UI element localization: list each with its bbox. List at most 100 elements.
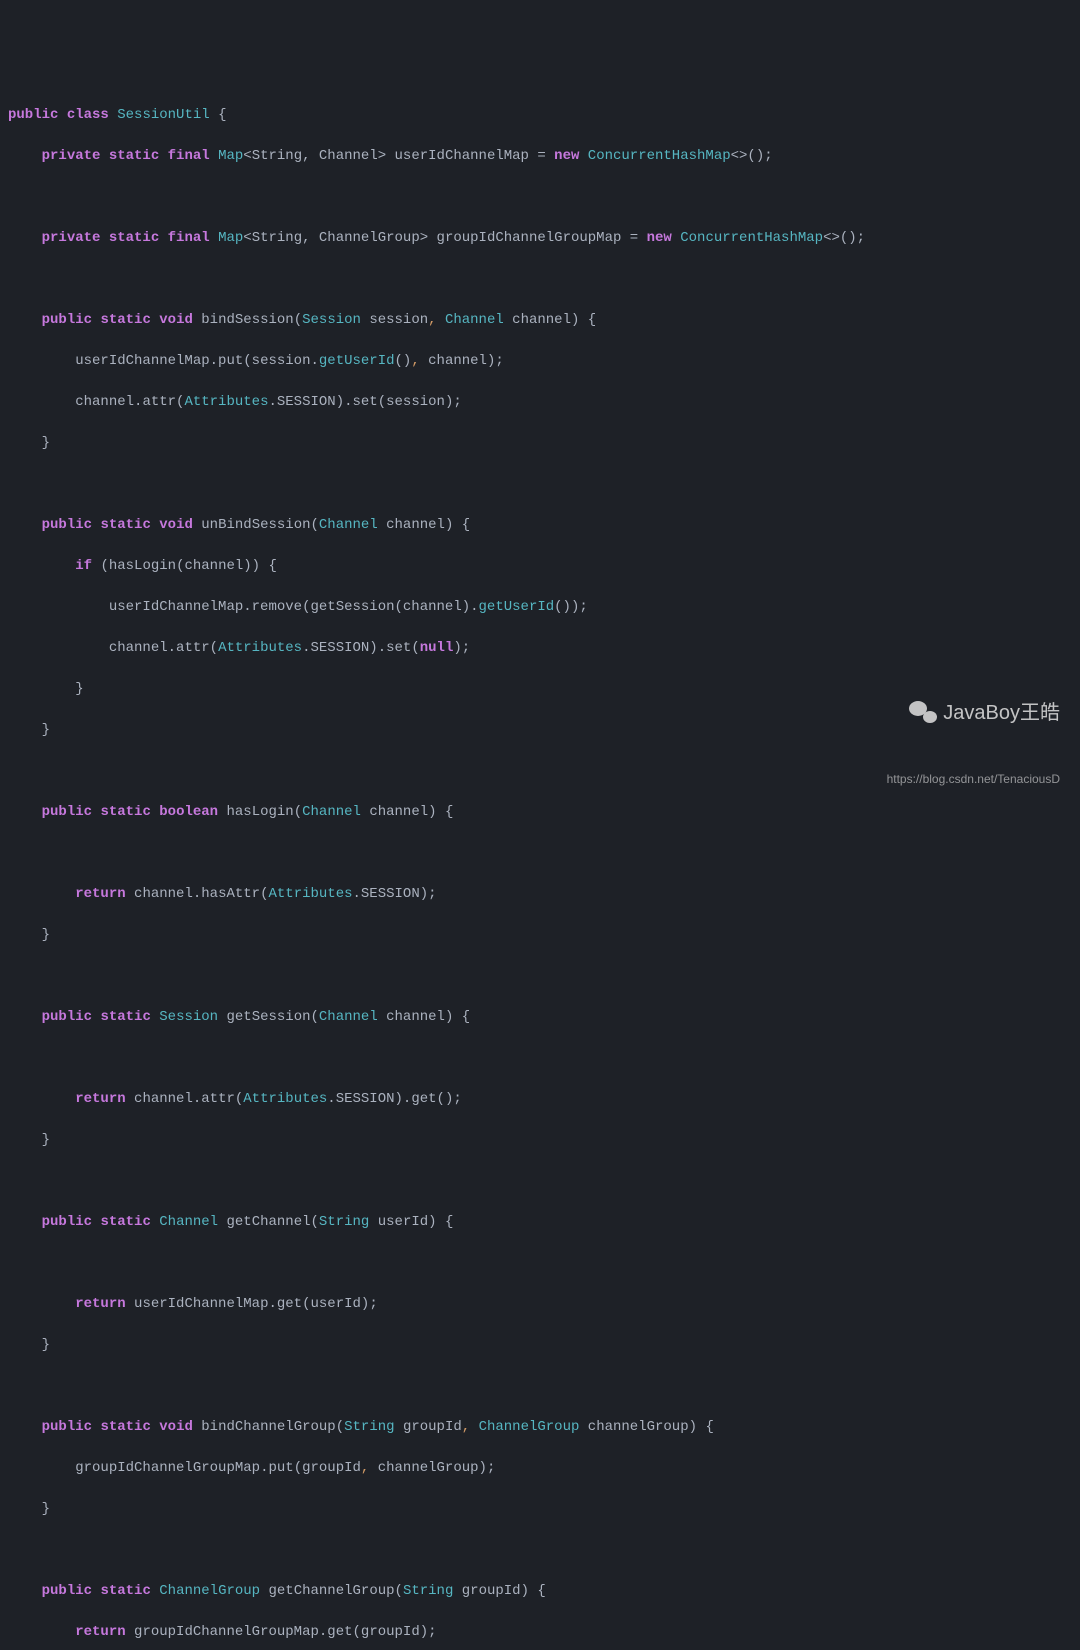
semicolon: ;	[428, 886, 436, 902]
watermark: JavaBoy王皓 https://blog.csdn.net/Tenaciou…	[887, 660, 1060, 810]
variable: channel	[134, 886, 193, 902]
code-line: public static void bindChannelGroup(Stri…	[8, 1417, 1072, 1438]
code-line: channel.attr(Attributes.SESSION).set(nul…	[8, 638, 1072, 659]
blank-line	[8, 474, 1072, 495]
code-line: public static Channel getChannel(String …	[8, 1212, 1072, 1233]
type: String	[403, 1583, 453, 1599]
variable: userId	[311, 1296, 361, 1312]
property: SESSION	[277, 394, 336, 410]
semicolon: ;	[453, 394, 461, 410]
keyword: static	[100, 1583, 150, 1599]
code-line: }	[8, 925, 1072, 946]
blank-line	[8, 1171, 1072, 1192]
method: get	[327, 1624, 352, 1640]
semicolon: ;	[428, 1624, 436, 1640]
paren: )	[445, 517, 453, 533]
blank-line	[8, 269, 1072, 290]
paren: )	[445, 1009, 453, 1025]
variable: groupIdChannelGroupMap	[134, 1624, 319, 1640]
paren: )	[462, 599, 470, 615]
brace: {	[218, 107, 226, 123]
dot: .	[168, 640, 176, 656]
code-line: return userIdChannelMap.get(userId);	[8, 1294, 1072, 1315]
variable: userIdChannelMap	[109, 599, 243, 615]
param: channelGroup	[588, 1419, 689, 1435]
brace: }	[42, 722, 50, 738]
paren: (	[336, 1419, 344, 1435]
property: SESSION	[336, 1091, 395, 1107]
keyword-return: return	[75, 886, 125, 902]
keyword: public	[42, 312, 92, 328]
paren: (	[294, 1460, 302, 1476]
type: Attributes	[184, 394, 268, 410]
type: ChannelGroup	[479, 1419, 580, 1435]
keyword: public	[42, 804, 92, 820]
dot: .	[210, 353, 218, 369]
keyword-return: return	[75, 1624, 125, 1640]
type: ConcurrentHashMap	[680, 230, 823, 246]
paren: (	[395, 1583, 403, 1599]
code-line: private static final Map<String, Channel…	[8, 146, 1072, 167]
code-line: public static ChannelGroup getChannelGro…	[8, 1581, 1072, 1602]
keyword: public	[42, 1419, 92, 1435]
generic: <>()	[823, 230, 857, 246]
paren: (	[311, 517, 319, 533]
keyword: void	[159, 312, 193, 328]
paren: )	[453, 640, 461, 656]
variable: userIdChannelMap	[75, 353, 209, 369]
param: channel	[386, 517, 445, 533]
paren: (	[353, 1624, 361, 1640]
paren: (	[100, 558, 108, 574]
paren: (	[294, 804, 302, 820]
variable: channel	[109, 640, 168, 656]
code-line: userIdChannelMap.put(session.getUserId()…	[8, 351, 1072, 372]
type: Channel	[302, 804, 361, 820]
keyword: static	[100, 1419, 150, 1435]
keyword-return: return	[75, 1296, 125, 1312]
type: String	[319, 1214, 369, 1230]
blank-line	[8, 1376, 1072, 1397]
brace: {	[537, 1583, 545, 1599]
param: session	[369, 312, 428, 328]
dot: .	[344, 394, 352, 410]
brace: }	[75, 681, 83, 697]
code-line: }	[8, 1499, 1072, 1520]
paren: (	[302, 1296, 310, 1312]
keyword: public	[42, 1583, 92, 1599]
blank-line	[8, 966, 1072, 987]
paren: (	[311, 1009, 319, 1025]
paren: ()	[437, 1091, 454, 1107]
variable: groupIdChannelGroupMap	[75, 1460, 260, 1476]
type: Session	[302, 312, 361, 328]
method: hasLogin	[226, 804, 293, 820]
code-line: public static void unBindSession(Channel…	[8, 515, 1072, 536]
variable: session	[386, 394, 445, 410]
variable: channel	[75, 394, 134, 410]
generic: <>()	[731, 148, 765, 164]
keyword: static	[100, 517, 150, 533]
keyword: final	[168, 148, 210, 164]
blank-line	[8, 1253, 1072, 1274]
paren: (	[260, 886, 268, 902]
keyword: boolean	[159, 804, 218, 820]
keyword: public	[42, 517, 92, 533]
method: hasLogin	[109, 558, 176, 574]
paren: )	[571, 312, 579, 328]
paren: (	[378, 394, 386, 410]
paren: (	[294, 312, 302, 328]
variable: groupId	[361, 1624, 420, 1640]
variable: session	[252, 353, 311, 369]
method: getSession	[310, 599, 394, 615]
code-line: public static void bindSession(Session s…	[8, 310, 1072, 331]
dot: .	[268, 1296, 276, 1312]
variable: channel	[428, 353, 487, 369]
type: ChannelGroup	[159, 1583, 260, 1599]
method: bindChannelGroup	[201, 1419, 335, 1435]
paren: )	[479, 1460, 487, 1476]
operator: =	[537, 148, 545, 164]
code-line: channel.attr(Attributes.SESSION).set(ses…	[8, 392, 1072, 413]
paren: ))	[243, 558, 260, 574]
watermark-title: JavaBoy王皓	[887, 701, 1060, 725]
paren: (	[311, 1214, 319, 1230]
method: remove	[252, 599, 302, 615]
